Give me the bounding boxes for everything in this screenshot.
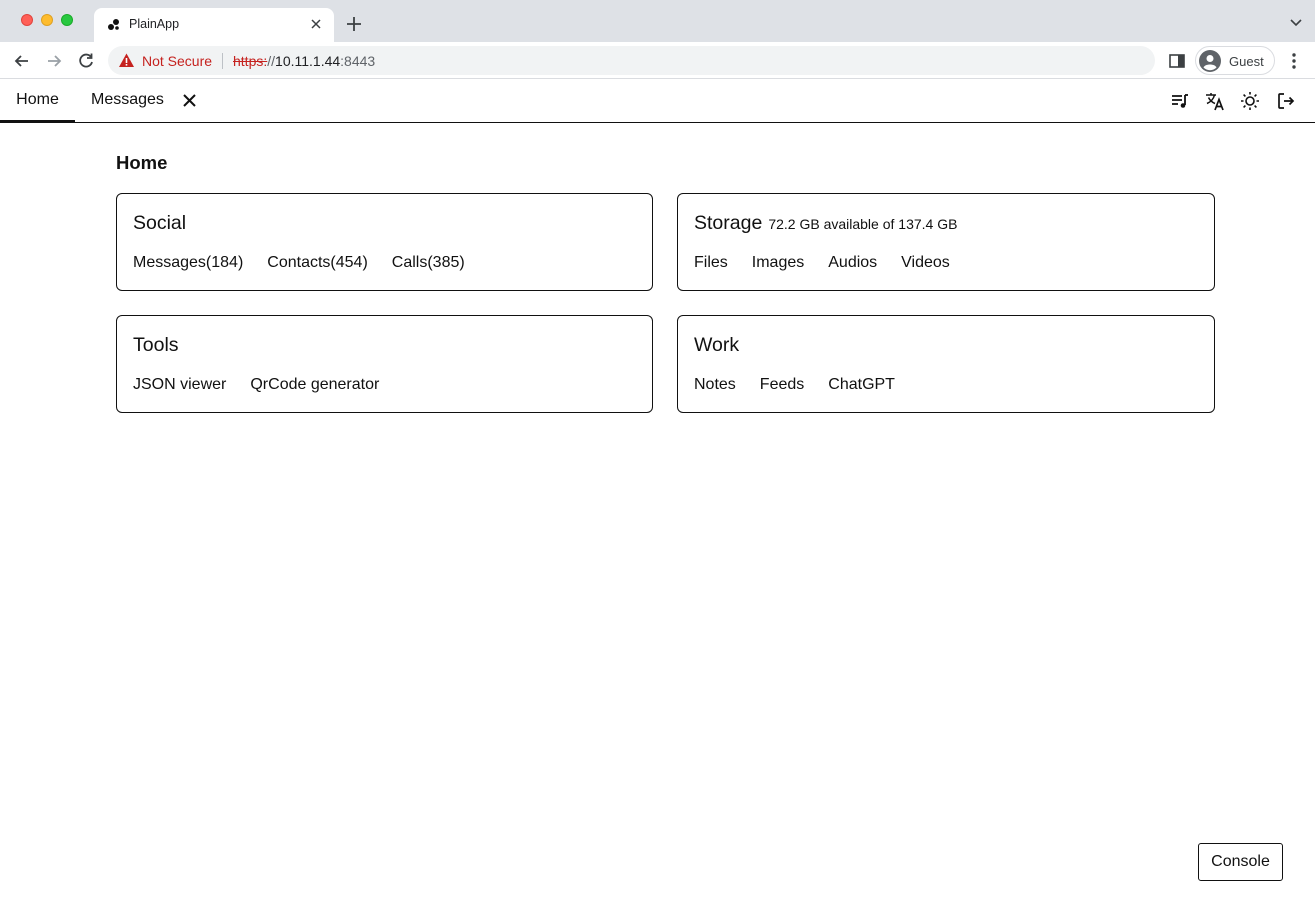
storage-card-title: Storage <box>694 212 763 234</box>
profile-name: Guest <box>1229 54 1264 69</box>
calls-link[interactable]: Calls(385) <box>392 254 465 272</box>
json-viewer-link[interactable]: JSON viewer <box>133 376 226 394</box>
address-bar[interactable]: Not Secure https://10.11.1.44:8443 <box>108 46 1155 75</box>
theme-sun-icon[interactable] <box>1240 91 1260 111</box>
work-card-title: Work <box>694 334 740 356</box>
page-title: Home <box>116 152 168 173</box>
files-link[interactable]: Files <box>694 254 728 272</box>
warning-triangle-icon[interactable] <box>118 52 135 69</box>
reload-icon[interactable] <box>76 51 96 71</box>
messages-link[interactable]: Messages(184) <box>133 254 243 272</box>
work-links: Notes Feeds ChatGPT <box>694 376 895 394</box>
videos-link[interactable]: Videos <box>901 254 950 272</box>
storage-usage-text: 72.2 GB available of 137.4 GB <box>768 216 958 232</box>
omnibox-separator <box>222 53 223 69</box>
browser-toolbar: Not Secure https://10.11.1.44:8443 Guest <box>0 42 1315 79</box>
url-slashes: // <box>267 53 276 69</box>
work-card: Work Notes Feeds ChatGPT <box>677 315 1215 413</box>
social-card: Social Messages(184) Contacts(454) Calls… <box>116 193 653 291</box>
url-port: :8443 <box>340 53 376 69</box>
storage-links: Files Images Audios Videos <box>694 254 950 272</box>
tab-home[interactable]: Home <box>0 79 75 123</box>
audios-link[interactable]: Audios <box>828 254 877 272</box>
tools-links: JSON viewer QrCode generator <box>133 376 379 394</box>
tools-card-title: Tools <box>133 334 179 356</box>
close-tab-icon[interactable] <box>181 92 198 109</box>
feeds-link[interactable]: Feeds <box>760 376 804 394</box>
contacts-link[interactable]: Contacts(454) <box>267 254 368 272</box>
playlist-music-icon[interactable] <box>1170 91 1190 111</box>
browser-tab-title: PlainApp <box>129 17 180 31</box>
avatar-icon <box>1199 50 1221 72</box>
tab-search-chevron-icon[interactable] <box>1289 16 1303 30</box>
forward-arrow-icon[interactable] <box>44 51 64 71</box>
notes-link[interactable]: Notes <box>694 376 736 394</box>
storage-card-heading: Storage 72.2 GB available of 137.4 GB <box>694 212 957 235</box>
browser-tabstrip: PlainApp <box>0 0 1315 42</box>
storage-card: Storage 72.2 GB available of 137.4 GB Fil… <box>677 193 1215 291</box>
not-secure-label[interactable]: Not Secure <box>142 53 212 69</box>
chatgpt-link[interactable]: ChatGPT <box>828 376 895 394</box>
logout-icon[interactable] <box>1276 91 1296 111</box>
url-scheme: https: <box>233 53 268 69</box>
profile-button[interactable]: Guest <box>1195 46 1275 75</box>
browser-menu-kebab-icon[interactable] <box>1286 51 1302 71</box>
window-minimize-button[interactable] <box>41 14 53 26</box>
social-links: Messages(184) Contacts(454) Calls(385) <box>133 254 465 272</box>
plainapp-favicon-icon <box>108 19 119 30</box>
url-text[interactable]: https://10.11.1.44:8443 <box>233 53 375 69</box>
browser-tab-close-icon[interactable] <box>308 16 324 32</box>
qrcode-generator-link[interactable]: QrCode generator <box>250 376 379 394</box>
tab-messages[interactable]: Messages <box>91 79 164 122</box>
tools-card: Tools JSON viewer QrCode generator <box>116 315 653 413</box>
console-button[interactable]: Console <box>1198 843 1283 881</box>
social-card-title: Social <box>133 212 187 234</box>
images-link[interactable]: Images <box>752 254 804 272</box>
side-panel-icon[interactable] <box>1168 52 1186 70</box>
new-tab-plus-icon[interactable] <box>344 14 364 34</box>
translate-icon[interactable] <box>1205 91 1225 111</box>
url-host: 10.11.1.44 <box>275 53 341 69</box>
browser-tab-active[interactable]: PlainApp <box>94 8 334 42</box>
window-zoom-button[interactable] <box>61 14 73 26</box>
window-close-button[interactable] <box>21 14 33 26</box>
back-arrow-icon[interactable] <box>12 51 32 71</box>
app-header: Home Messages <box>0 79 1315 123</box>
